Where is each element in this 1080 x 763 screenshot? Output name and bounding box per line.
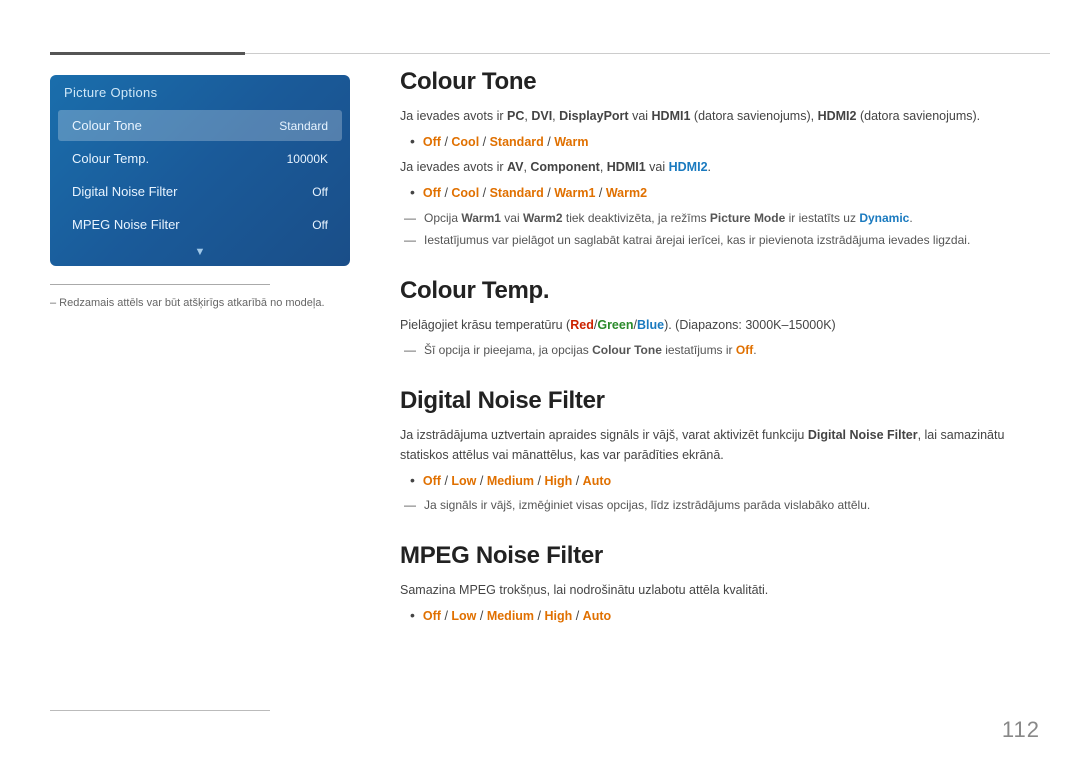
left-panel: Picture Options Colour Tone Standard Col… [50,75,350,312]
bullet-text-mnf: Off / Low / Medium / High / Auto [423,606,611,627]
colour-tone-bullets1: • Off / Cool / Standard / Warm [410,132,1040,153]
section-colour-temp: Colour Temp. Pielāgojiet krāsu temperatū… [400,277,1040,360]
dash-item-dnf-1: — Ja signāls ir vājš, izmēģiniet visas o… [400,496,1040,516]
page-number: 112 [1002,717,1040,743]
section-title-colour-temp: Colour Temp. [400,277,1040,305]
section-digital-noise: Digital Noise Filter Ja izstrādājuma uzt… [400,387,1040,517]
dash-item-ctemp-1: — Šī opcija ir pieejama, ja opcijas Colo… [400,341,1040,361]
section-body-colour-tone: Ja ievades avots ir PC, DVI, DisplayPort… [400,106,1040,251]
section-colour-tone: Colour Tone Ja ievades avots ir PC, DVI,… [400,68,1040,251]
bullet-dot-1: • [410,132,415,152]
picture-options-box: Picture Options Colour Tone Standard Col… [50,75,350,266]
menu-value-colour-tone: Standard [279,119,328,133]
bullet-text-1: Off / Cool / Standard / Warm [423,132,589,153]
mpeg-noise-bullets: • Off / Low / Medium / High / Auto [410,606,1040,627]
colour-tone-bullets2: • Off / Cool / Standard / Warm1 / Warm2 [410,183,1040,204]
dash-text-4: Ja signāls ir vājš, izmēģiniet visas opc… [424,496,870,516]
menu-value-colour-temp: 10000K [287,152,328,166]
panel-divider [50,284,270,285]
menu-label-colour-tone: Colour Tone [72,118,142,133]
colour-tone-para1: Ja ievades avots ir PC, DVI, DisplayPort… [400,106,1040,127]
dash-item-ct-1: — Opcija Warm1 vai Warm2 tiek deaktivizē… [400,209,1040,229]
bullet-dot-2: • [410,183,415,203]
colour-temp-para1: Pielāgojiet krāsu temperatūru (Red/Green… [400,315,1040,336]
section-title-mpeg-noise: MPEG Noise Filter [400,542,1040,570]
picture-options-title: Picture Options [50,75,350,108]
top-light-line [245,53,1050,54]
dash-text-1: Opcija Warm1 vai Warm2 tiek deaktivizēta… [424,209,913,229]
section-title-digital-noise: Digital Noise Filter [400,387,1040,415]
dash-sym-3: — [404,341,416,361]
digital-noise-para1: Ja izstrādājuma uztvertain apraides sign… [400,425,1040,466]
bullet-item-dnf: • Off / Low / Medium / High / Auto [410,471,1040,492]
colour-tone-para2: Ja ievades avots ir AV, Component, HDMI1… [400,157,1040,178]
right-content: Colour Tone Ja ievades avots ir PC, DVI,… [400,68,1040,723]
menu-item-colour-temp[interactable]: Colour Temp. 10000K [58,143,342,174]
dash-sym-2: — [404,231,416,251]
menu-value-digital-noise: Off [312,185,328,199]
mpeg-noise-para1: Samazina MPEG trokšņus, lai nodrošinātu … [400,580,1040,601]
bullet-item-1: • Off / Cool / Standard / Warm [410,132,1040,153]
menu-item-colour-tone[interactable]: Colour Tone Standard [58,110,342,141]
top-decorative-lines [0,52,1080,55]
top-dark-line [50,52,245,55]
bullet-item-2: • Off / Cool / Standard / Warm1 / Warm2 [410,183,1040,204]
digital-noise-bullets: • Off / Low / Medium / High / Auto [410,471,1040,492]
dash-item-ct-2: — Iestatījumus var pielāgot un saglabāt … [400,231,1040,251]
bullet-text-dnf: Off / Low / Medium / High / Auto [423,471,611,492]
bullet-item-mnf: • Off / Low / Medium / High / Auto [410,606,1040,627]
bottom-line [50,710,270,711]
bullet-dot-dnf: • [410,471,415,491]
menu-item-mpeg-noise[interactable]: MPEG Noise Filter Off [58,209,342,240]
menu-down-arrow: ▼ [50,242,350,260]
section-body-colour-temp: Pielāgojiet krāsu temperatūru (Red/Green… [400,315,1040,360]
dash-sym-4: — [404,496,416,516]
panel-footnote: – Redzamais attēls var būt atšķirīgs atk… [50,295,350,312]
dash-sym-1: — [404,209,416,229]
bullet-dot-mnf: • [410,606,415,626]
menu-label-mpeg-noise: MPEG Noise Filter [72,217,180,232]
section-body-mpeg-noise: Samazina MPEG trokšņus, lai nodrošinātu … [400,580,1040,626]
section-title-colour-tone: Colour Tone [400,68,1040,96]
section-mpeg-noise: MPEG Noise Filter Samazina MPEG trokšņus… [400,542,1040,626]
menu-label-colour-temp: Colour Temp. [72,151,149,166]
menu-label-digital-noise: Digital Noise Filter [72,184,177,199]
bullet-text-2: Off / Cool / Standard / Warm1 / Warm2 [423,183,647,204]
dash-text-3: Šī opcija ir pieejama, ja opcijas Colour… [424,341,757,361]
menu-value-mpeg-noise: Off [312,218,328,232]
dash-text-2: Iestatījumus var pielāgot un saglabāt ka… [424,231,970,251]
section-body-digital-noise: Ja izstrādājuma uztvertain apraides sign… [400,425,1040,517]
menu-item-digital-noise[interactable]: Digital Noise Filter Off [58,176,342,207]
